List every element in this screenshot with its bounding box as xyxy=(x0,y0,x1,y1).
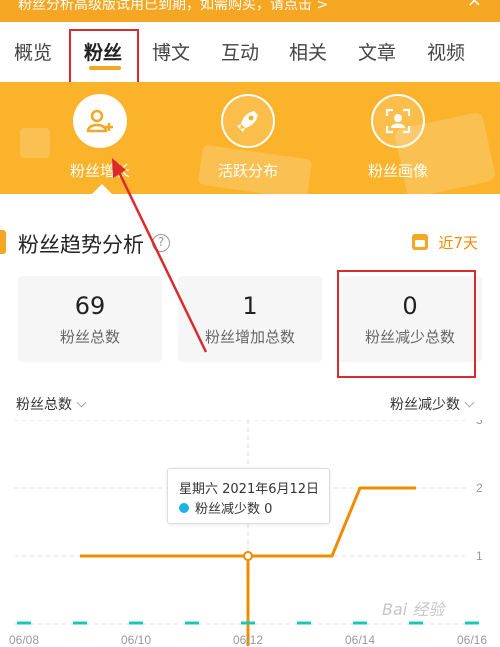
section-accent-bar xyxy=(0,230,6,254)
subnav-label: 粉丝画像 xyxy=(367,162,428,180)
chevron-down-icon xyxy=(464,397,475,408)
stat-card-fans-gained: 1 粉丝增加总数 xyxy=(178,276,322,362)
tab-posts[interactable]: 博文 xyxy=(152,38,190,65)
tooltip-date: 星期六 2021年6月12日 xyxy=(179,482,320,497)
tab-videos[interactable]: 视频 xyxy=(427,38,465,65)
subnav-fans-growth[interactable]: 粉丝增长 xyxy=(40,94,160,181)
fans-subnav: 粉丝增长 活跃分布 粉丝画像 xyxy=(0,82,500,194)
watermark: Bai 经验 xyxy=(382,600,445,619)
subnav-activity-distribution[interactable]: 活跃分布 xyxy=(188,94,308,181)
tab-related[interactable]: 相关 xyxy=(289,38,327,65)
active-subnav-caret xyxy=(92,184,112,194)
x-tick-label: 06/10 xyxy=(121,633,151,647)
x-tick-label: 06/16 xyxy=(457,633,487,647)
stat-card-total-fans: 69 粉丝总数 xyxy=(18,276,162,362)
stat-value: 1 xyxy=(242,292,258,320)
stat-value: 69 xyxy=(74,292,106,320)
portrait-icon xyxy=(371,94,425,148)
notice-text: 粉丝分析高级版试用已到期，如需购买，请点击 > xyxy=(18,0,329,13)
x-tick-label: 06/12 xyxy=(233,633,263,647)
annotation-box-fans-lost xyxy=(337,270,476,378)
x-tick-label: 06/14 xyxy=(345,633,375,647)
calendar-icon[interactable] xyxy=(412,234,428,250)
subnav-label: 粉丝增长 xyxy=(69,162,130,180)
tab-interaction[interactable]: 互动 xyxy=(221,38,259,65)
x-tick-label: 06/08 xyxy=(9,633,39,647)
annotation-box-fans-tab xyxy=(69,29,139,85)
stat-label: 粉丝总数 xyxy=(59,328,120,346)
chevron-down-icon xyxy=(76,397,87,408)
close-icon[interactable]: × xyxy=(467,0,482,10)
fans-trend-header: 粉丝趋势分析 ? 近7天 xyxy=(0,222,500,262)
rocket-icon xyxy=(221,94,275,148)
expiry-notice-banner[interactable]: 粉丝分析高级版试用已到期，如需购买，请点击 > × xyxy=(0,0,500,22)
chart-tooltip: 星期六 2021年6月12日 粉丝减少数 0 xyxy=(167,468,330,524)
left-metric-label: 粉丝总数 xyxy=(16,397,72,413)
series-color-dot xyxy=(179,503,189,513)
subnav-label: 活跃分布 xyxy=(217,162,278,180)
y-tick-label: 2 xyxy=(476,481,483,495)
right-metric-select[interactable]: 粉丝减少数 xyxy=(390,394,475,414)
hover-point xyxy=(243,551,253,561)
stat-label: 粉丝增加总数 xyxy=(204,328,295,346)
y-tick-label: 3 xyxy=(476,420,483,427)
tooltip-value: 粉丝减少数 0 xyxy=(195,498,272,517)
fans-growth-icon xyxy=(73,94,127,148)
right-metric-label: 粉丝减少数 xyxy=(390,397,460,413)
section-title: 粉丝趋势分析 xyxy=(18,233,144,257)
tooltip-series-value: 0 xyxy=(264,502,273,517)
date-range-selector[interactable]: 近7天 xyxy=(438,232,478,253)
y-tick-label: 1 xyxy=(476,549,483,563)
subnav-fans-portrait[interactable]: 粉丝画像 xyxy=(338,94,458,181)
left-metric-select[interactable]: 粉丝总数 xyxy=(16,394,87,414)
tab-overview[interactable]: 概览 xyxy=(14,38,52,65)
help-icon[interactable]: ? xyxy=(152,234,170,252)
tooltip-series-name: 粉丝减少数 xyxy=(195,502,261,517)
tab-articles[interactable]: 文章 xyxy=(358,38,396,65)
